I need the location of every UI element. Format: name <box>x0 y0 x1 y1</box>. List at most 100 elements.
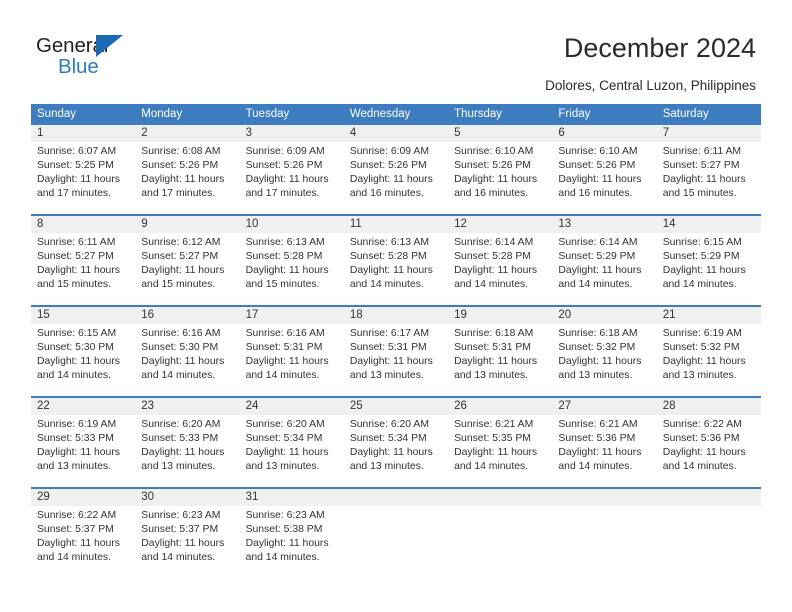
day-number[interactable]: 23 <box>135 398 239 415</box>
day-cell[interactable]: Sunrise: 6:19 AM Sunset: 5:32 PM Daylight:… <box>657 324 761 396</box>
day-number[interactable]: 20 <box>552 307 656 324</box>
weekday-header-thursday: Thursday <box>454 108 503 120</box>
day-cell[interactable]: Sunrise: 6:10 AM Sunset: 5:26 PM Daylight:… <box>448 142 552 214</box>
day-number[interactable]: 13 <box>552 216 656 233</box>
weekday-header-wednesday: Wednesday <box>349 108 411 120</box>
day-cell[interactable]: Sunrise: 6:20 AM Sunset: 5:33 PM Daylight:… <box>135 415 239 487</box>
day-number[interactable]: 12 <box>448 216 552 233</box>
day-number[interactable]: 14 <box>657 216 761 233</box>
day-sunset-text: Sunset: 5:32 PM <box>662 342 740 353</box>
day-daylight-line-text: Daylight: 11 hours <box>558 447 642 458</box>
day-cell[interactable]: Sunrise: 6:17 AM Sunset: 5:31 PM Daylight:… <box>344 324 448 396</box>
day-number[interactable]: 21 <box>657 307 761 324</box>
day-number[interactable]: 7 <box>657 125 761 142</box>
day-cell[interactable]: Sunrise: 6:20 AM Sunset: 5:34 PM Daylight:… <box>240 415 344 487</box>
day-sunrise-text: Sunrise: 6:11 AM <box>662 146 742 157</box>
day-cell[interactable]: Sunrise: 6:16 AM Sunset: 5:30 PM Daylight:… <box>135 324 239 396</box>
day-daylight-line-text: and 14 minutes. <box>662 461 737 472</box>
day-number[interactable]: 2 <box>135 125 239 142</box>
day-cell[interactable]: Sunrise: 6:18 AM Sunset: 5:31 PM Daylight:… <box>448 324 552 396</box>
day-number[interactable]: 9 <box>135 216 239 233</box>
day-sunrise-text: Sunrise: 6:10 AM <box>454 146 534 157</box>
day-number[interactable]: 6 <box>552 125 656 142</box>
day-sunrise-text: Sunrise: 6:23 AM <box>141 510 221 521</box>
day-daylight-line-text: Daylight: 11 hours <box>37 538 120 549</box>
day-daylight-line-text: and 14 minutes. <box>245 370 320 381</box>
day-daylight-line-text: and 13 minutes. <box>37 461 111 472</box>
day-number[interactable]: 18 <box>344 307 448 324</box>
day-sunset-text: Sunset: 5:33 PM <box>37 433 114 444</box>
day-cell[interactable]: Sunrise: 6:09 AM Sunset: 5:26 PM Daylight:… <box>240 142 344 214</box>
day-daylight-line-text: and 15 minutes. <box>245 279 320 290</box>
day-cell[interactable]: Sunrise: 6:19 AM Sunset: 5:33 PM Daylight:… <box>31 415 135 487</box>
day-sunset-text: Sunset: 5:28 PM <box>245 251 323 262</box>
day-cell[interactable]: Sunrise: 6:14 AM Sunset: 5:28 PM Daylight:… <box>448 233 552 305</box>
day-daylight-line-text: Daylight: 11 hours <box>662 174 746 185</box>
day-cell[interactable]: Sunrise: 6:22 AM Sunset: 5:37 PM Daylight:… <box>31 506 135 578</box>
day-cell[interactable]: Sunrise: 6:11 AM Sunset: 5:27 PM Daylight:… <box>31 233 135 305</box>
day-daylight-line-text: Daylight: 11 hours <box>141 265 225 276</box>
day-daylight-line-text: Daylight: 11 hours <box>245 265 329 276</box>
day-daylight-line-text: Daylight: 11 hours <box>245 538 329 549</box>
day-cell[interactable]: Sunrise: 6:16 AM Sunset: 5:31 PM Daylight:… <box>240 324 344 396</box>
day-sunset-text: Sunset: 5:34 PM <box>245 433 323 444</box>
day-cell[interactable]: Sunrise: 6:22 AM Sunset: 5:36 PM Daylight:… <box>657 415 761 487</box>
day-sunrise-text: Sunrise: 6:15 AM <box>662 237 742 248</box>
day-daylight-line-text: and 15 minutes. <box>662 188 737 199</box>
day-number[interactable]: 15 <box>31 307 135 324</box>
day-cell[interactable]: Sunrise: 6:09 AM Sunset: 5:26 PM Daylight:… <box>344 142 448 214</box>
day-cell[interactable]: Sunrise: 6:21 AM Sunset: 5:35 PM Daylight:… <box>448 415 552 487</box>
day-sunset-text: Sunset: 5:38 PM <box>245 524 323 535</box>
week-detail-row: Sunrise: 6:19 AM Sunset: 5:33 PM Daylight:… <box>31 415 761 487</box>
day-daylight-line-text: and 14 minutes. <box>37 370 111 381</box>
day-number[interactable]: 25 <box>344 398 448 415</box>
day-number[interactable]: 19 <box>448 307 552 324</box>
day-number[interactable]: 1 <box>31 125 135 142</box>
day-cell[interactable]: Sunrise: 6:10 AM Sunset: 5:26 PM Daylight:… <box>552 142 656 214</box>
day-number[interactable]: 8 <box>31 216 135 233</box>
day-cell[interactable]: Sunrise: 6:13 AM Sunset: 5:28 PM Daylight:… <box>240 233 344 305</box>
day-cell[interactable]: Sunrise: 6:21 AM Sunset: 5:36 PM Daylight:… <box>552 415 656 487</box>
day-number[interactable]: 28 <box>657 398 761 415</box>
day-number[interactable]: 10 <box>240 216 344 233</box>
day-number[interactable]: 3 <box>240 125 344 142</box>
day-daylight-line-text: Daylight: 11 hours <box>454 174 538 185</box>
day-cell[interactable]: Sunrise: 6:07 AM Sunset: 5:25 PM Daylight:… <box>31 142 135 214</box>
day-daylight-line-text: Daylight: 11 hours <box>662 447 746 458</box>
day-sunrise-text: Sunrise: 6:22 AM <box>662 419 742 430</box>
day-number[interactable]: 30 <box>135 489 239 506</box>
day-cell[interactable]: Sunrise: 6:13 AM Sunset: 5:28 PM Daylight:… <box>344 233 448 305</box>
day-cell[interactable]: Sunrise: 6:15 AM Sunset: 5:29 PM Daylight:… <box>657 233 761 305</box>
day-cell[interactable]: Sunrise: 6:08 AM Sunset: 5:26 PM Daylight:… <box>135 142 239 214</box>
day-cell[interactable]: Sunrise: 6:23 AM Sunset: 5:37 PM Daylight:… <box>135 506 239 578</box>
day-daylight-line-text: Daylight: 11 hours <box>37 174 120 185</box>
day-cell[interactable]: Sunrise: 6:11 AM Sunset: 5:27 PM Daylight:… <box>657 142 761 214</box>
day-cell[interactable]: Sunrise: 6:14 AM Sunset: 5:29 PM Daylight:… <box>552 233 656 305</box>
day-cell[interactable]: Sunrise: 6:23 AM Sunset: 5:38 PM Daylight:… <box>240 506 344 578</box>
day-number[interactable]: 16 <box>135 307 239 324</box>
day-daylight-line-text: Daylight: 11 hours <box>37 265 120 276</box>
day-number[interactable]: 26 <box>448 398 552 415</box>
day-sunset-text: Sunset: 5:28 PM <box>349 251 427 262</box>
day-cell[interactable]: Sunrise: 6:20 AM Sunset: 5:34 PM Daylight:… <box>344 415 448 487</box>
day-cell[interactable]: Sunrise: 6:18 AM Sunset: 5:32 PM Daylight:… <box>552 324 656 396</box>
day-number[interactable]: 4 <box>344 125 448 142</box>
day-number[interactable]: 17 <box>240 307 344 324</box>
day-daylight-line-text: Daylight: 11 hours <box>141 174 225 185</box>
day-number[interactable]: 27 <box>552 398 656 415</box>
day-number[interactable]: 29 <box>31 489 135 506</box>
day-cell[interactable]: Sunrise: 6:12 AM Sunset: 5:27 PM Daylight:… <box>135 233 239 305</box>
day-sunset-text: Sunset: 5:28 PM <box>454 251 531 262</box>
day-daylight-line-text: and 15 minutes. <box>141 279 216 290</box>
day-number[interactable]: 24 <box>240 398 344 415</box>
day-daylight-line-text: and 14 minutes. <box>662 279 737 290</box>
day-number[interactable]: 22 <box>31 398 135 415</box>
generalblue-logo[interactable]: General Blue <box>36 34 186 84</box>
day-number[interactable]: 11 <box>344 216 448 233</box>
weekday-header-monday: Monday <box>141 108 183 120</box>
day-number[interactable]: 5 <box>448 125 552 142</box>
logo-triangle-icon <box>96 35 123 57</box>
calendar-week-row: 8 9 10 11 12 13 14 Sunrise: 6:11 AM Sunset: 5:27… <box>31 214 761 305</box>
day-cell[interactable]: Sunrise: 6:15 AM Sunset: 5:30 PM Daylight:… <box>31 324 135 396</box>
day-number[interactable]: 31 <box>240 489 344 506</box>
